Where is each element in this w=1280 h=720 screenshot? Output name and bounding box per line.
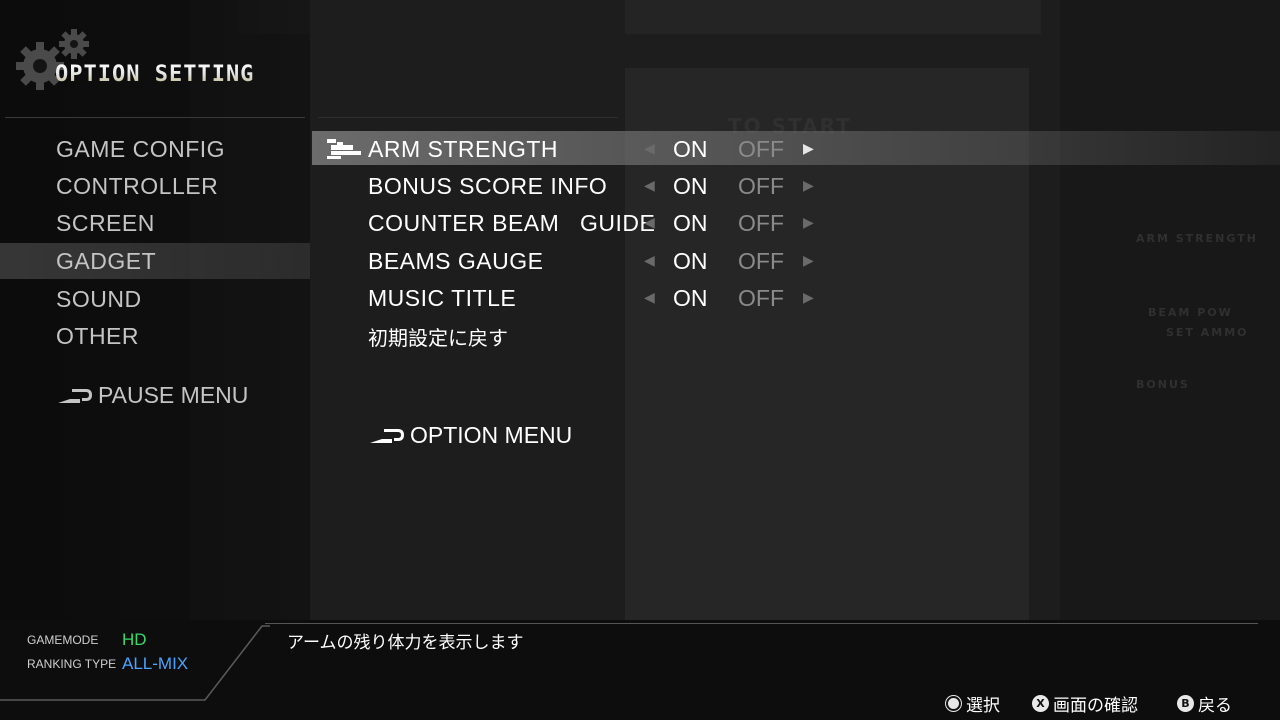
- category-game-config[interactable]: GAME CONFIG: [56, 136, 225, 163]
- option-description: アームの残り体力を表示します: [287, 633, 524, 653]
- return-arrow-icon: [370, 429, 404, 443]
- page-title: OPTION SETTING: [55, 62, 255, 87]
- hint-back-label: 戻る: [1198, 695, 1232, 716]
- option-value-on[interactable]: ON: [673, 248, 708, 275]
- gamemode-label: GAMEMODE: [27, 633, 99, 647]
- option-right-arrow-icon[interactable]: ▶: [803, 290, 814, 306]
- reset-defaults-button[interactable]: 初期設定に戻す: [368, 322, 508, 351]
- background-beam-pow-text: BEAM POW: [1148, 306, 1233, 319]
- ship-cursor-icon: [327, 139, 361, 159]
- option-value-off[interactable]: OFF: [738, 285, 784, 312]
- option-value-on[interactable]: ON: [673, 285, 708, 312]
- ranking-type-value: ALL-MIX: [122, 654, 189, 673]
- pause-menu-button[interactable]: PAUSE MENU: [58, 382, 248, 408]
- option-music-title[interactable]: MUSIC TITLE: [368, 285, 516, 312]
- option-counter-beam-guide[interactable]: COUNTER BEAM GUIDE: [368, 210, 655, 237]
- option-right-arrow-icon[interactable]: ▶: [803, 178, 814, 194]
- background-bonus-text: BONUS: [1136, 378, 1190, 391]
- x-button-icon: X: [1032, 694, 1049, 712]
- options-divider: [318, 117, 618, 118]
- category-screen[interactable]: SCREEN: [56, 210, 155, 237]
- option-left-arrow-icon[interactable]: ◀: [644, 290, 655, 306]
- category-gadget[interactable]: GADGET: [56, 248, 156, 275]
- category-sound[interactable]: SOUND: [56, 286, 142, 313]
- hint-back[interactable]: B 戻る: [1177, 692, 1232, 716]
- gamemode-value: HD: [122, 630, 147, 649]
- hint-select[interactable]: 選択: [945, 692, 1000, 716]
- hint-view-screen-label: 画面の確認: [1053, 695, 1138, 716]
- option-left-arrow-icon[interactable]: ◀: [644, 178, 655, 194]
- option-value-on[interactable]: ON: [673, 173, 708, 200]
- background-game-field: TO START ARM STRENGTH BONUS BEAM POW SET…: [0, 0, 1280, 720]
- option-left-arrow-icon[interactable]: ◀: [644, 215, 655, 231]
- option-left-arrow-icon[interactable]: ◀: [644, 141, 655, 157]
- option-value-on[interactable]: ON: [673, 210, 708, 237]
- option-value-on[interactable]: ON: [673, 136, 708, 163]
- background-arm-strength-text: ARM STRENGTH: [1136, 232, 1258, 245]
- ranking-type-label: RANKING TYPE: [27, 657, 117, 671]
- category-other[interactable]: OTHER: [56, 323, 139, 350]
- option-menu-label: OPTION MENU: [410, 421, 573, 448]
- option-right-arrow-icon[interactable]: ▶: [803, 141, 814, 157]
- option-value-off[interactable]: OFF: [738, 136, 784, 163]
- pause-menu-label: PAUSE MENU: [98, 381, 249, 408]
- option-beams-gauge[interactable]: BEAMS GAUGE: [368, 248, 543, 275]
- option-value-off[interactable]: OFF: [738, 173, 784, 200]
- background-set-ammo-text: SET AMMO: [1166, 326, 1249, 339]
- option-left-arrow-icon[interactable]: ◀: [644, 253, 655, 269]
- option-menu-button[interactable]: OPTION MENU: [370, 422, 572, 448]
- hint-view-screen[interactable]: X 画面の確認: [1032, 692, 1138, 716]
- b-button-icon: B: [1177, 694, 1194, 712]
- description-divider: [265, 623, 1258, 624]
- option-value-off[interactable]: OFF: [738, 210, 784, 237]
- option-bonus-score-info[interactable]: BONUS SCORE INFO: [368, 173, 607, 200]
- hint-select-label: 選択: [966, 695, 1000, 716]
- category-controller[interactable]: CONTROLLER: [56, 173, 218, 200]
- option-right-arrow-icon[interactable]: ▶: [803, 253, 814, 269]
- option-value-off[interactable]: OFF: [738, 248, 784, 275]
- return-arrow-icon: [58, 389, 92, 403]
- option-arm-strength[interactable]: ARM STRENGTH: [368, 136, 558, 163]
- circle-button-icon: [945, 694, 962, 712]
- header-divider: [5, 117, 305, 118]
- option-right-arrow-icon[interactable]: ▶: [803, 215, 814, 231]
